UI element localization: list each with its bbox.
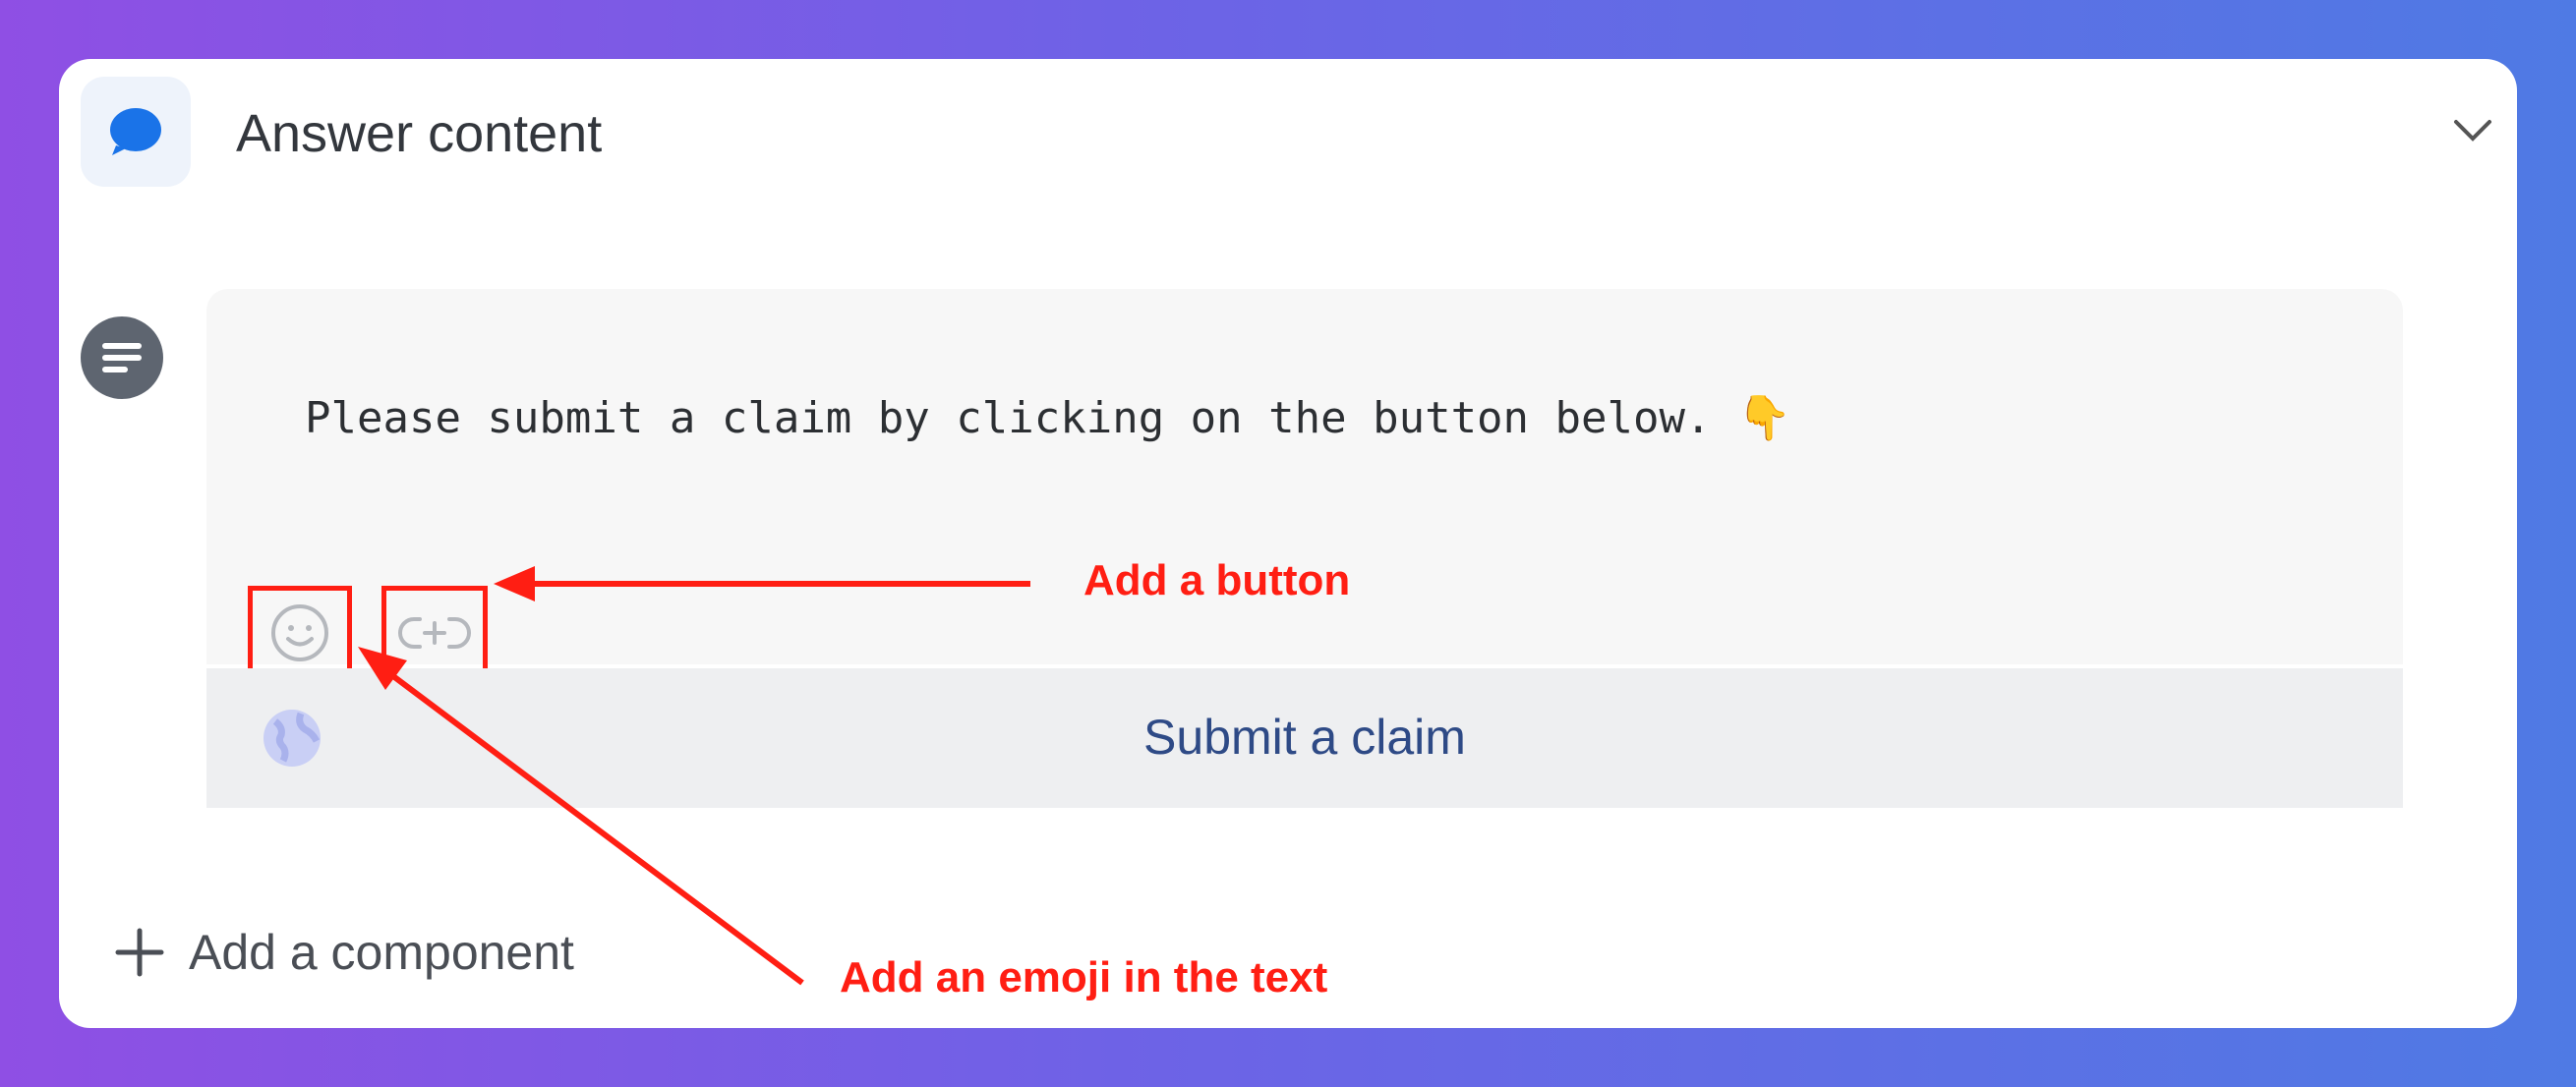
add-component-button[interactable]: Add a component xyxy=(112,918,574,987)
add-component-label: Add a component xyxy=(189,925,574,980)
add-link-icon xyxy=(398,617,471,649)
chevron-down-icon[interactable] xyxy=(2448,106,2497,155)
text-block-icon xyxy=(81,316,163,399)
submit-claim-button[interactable]: Submit a claim xyxy=(206,668,2403,808)
annotation-add-emoji: Add an emoji in the text xyxy=(840,953,1328,1001)
submit-claim-label: Submit a claim xyxy=(1143,710,1466,765)
emoji-button[interactable] xyxy=(248,586,352,680)
annotation-add-button: Add a button xyxy=(1083,556,1351,604)
smiley-icon xyxy=(271,604,328,661)
text-component: Please submit a claim by clicking on the… xyxy=(206,289,2403,680)
add-button-button[interactable] xyxy=(381,586,488,680)
chat-bubble-icon xyxy=(81,77,191,187)
section-title: Answer content xyxy=(236,104,603,163)
answer-content-card: Answer content Please submit a claim by … xyxy=(59,59,2517,1028)
message-text[interactable]: Please submit a claim by clicking on the… xyxy=(305,389,1791,448)
plus-icon xyxy=(115,928,164,977)
